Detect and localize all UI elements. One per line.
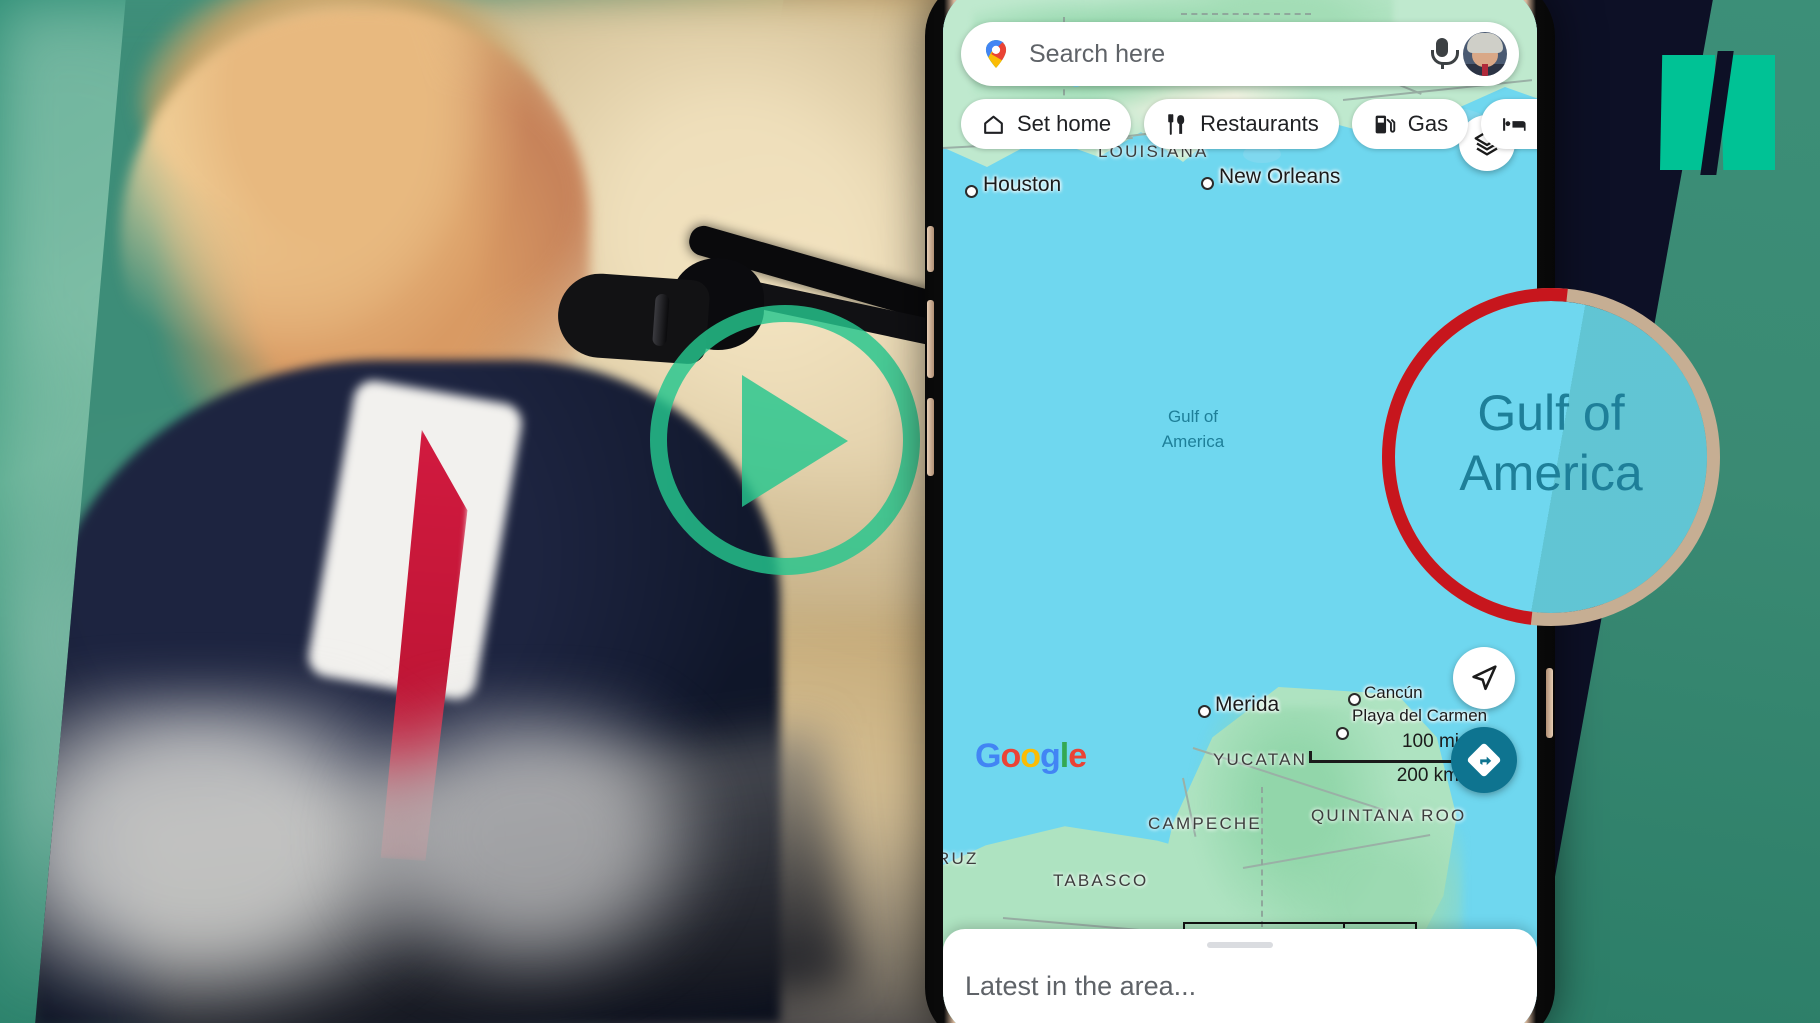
chip-restaurants[interactable]: Restaurants xyxy=(1144,99,1339,149)
my-location-button[interactable] xyxy=(1453,647,1515,709)
phone-power-button[interactable] xyxy=(1546,668,1553,738)
map-label-gulf-of-america: Gulf of America xyxy=(1161,407,1225,451)
directions-arrow-icon xyxy=(1467,743,1501,777)
map-region-campeche: CAMPECHE xyxy=(1148,814,1262,833)
phone-volume-down-button[interactable] xyxy=(927,398,934,476)
chip-label: Set home xyxy=(1017,111,1112,136)
map-region-veracruz: RUZ xyxy=(943,849,979,868)
screenshot-stage: Houston New Orleans Merida Cancún Playa … xyxy=(0,0,1820,1023)
bottom-sheet[interactable]: Latest in the area... xyxy=(943,929,1537,1023)
user-avatar[interactable] xyxy=(1463,32,1507,76)
chip-gas[interactable]: Gas xyxy=(1351,99,1469,149)
sheet-title: Latest in the area... xyxy=(965,971,1197,1001)
navigation-arrow-icon xyxy=(1472,665,1497,691)
map-region-yucatan: YUCATAN xyxy=(1213,750,1308,769)
fuel-pump-icon xyxy=(1372,112,1397,137)
google-maps-pin-icon xyxy=(979,37,1013,71)
map-city-label-playa-del-carmen: Playa del Carmen xyxy=(1352,706,1488,725)
map-city-label-new-orleans: New Orleans xyxy=(1219,165,1341,188)
phone-volume-up-button[interactable] xyxy=(927,300,934,378)
map-city-marker[interactable] xyxy=(1201,177,1214,190)
chip-set-home[interactable]: Set home xyxy=(961,99,1132,149)
play-triangle-icon xyxy=(742,375,848,507)
google-attribution-logo: Google xyxy=(975,737,1087,775)
phone-silent-switch[interactable] xyxy=(927,226,934,272)
bed-icon xyxy=(1501,112,1526,137)
map-category-chips: Set home Restaurants Gas xyxy=(961,99,1537,149)
directions-button[interactable] xyxy=(1451,727,1517,793)
magnifier-callout: Gulf of America xyxy=(1382,288,1720,626)
map-region-quintana-roo: QUINTANA ROO xyxy=(1311,806,1467,825)
map-city-label-cancun: Cancún xyxy=(1364,683,1423,702)
map-search-bar[interactable]: Search here xyxy=(961,22,1519,86)
sheet-drag-handle[interactable] xyxy=(1207,942,1273,948)
video-play-button[interactable] xyxy=(650,305,920,575)
map-state-border xyxy=(1261,787,1267,927)
map-city-label-merida: Merida xyxy=(1215,693,1280,716)
scale-km: 200 km xyxy=(1396,765,1459,787)
map-city-marker[interactable] xyxy=(1198,705,1211,718)
photo-foreground-blur-right xyxy=(330,700,730,1000)
map-state-border xyxy=(1181,13,1311,15)
chip-label: Restaurants xyxy=(1200,111,1319,136)
fork-knife-icon xyxy=(1164,112,1189,137)
map-scale-bar: 100 mi 200 km xyxy=(1309,729,1459,788)
huffpost-logo xyxy=(1660,51,1775,175)
map-city-label-houston: Houston xyxy=(983,173,1062,196)
map-city-marker[interactable] xyxy=(965,185,978,198)
chip-label: Gas xyxy=(1407,111,1449,136)
search-input[interactable]: Search here xyxy=(1029,40,1429,69)
home-icon xyxy=(981,112,1006,137)
map-region-tabasco: TABASCO xyxy=(1053,871,1149,890)
microphone-icon[interactable] xyxy=(1429,36,1459,72)
chip-hotels[interactable]: Hotels xyxy=(1481,99,1537,149)
